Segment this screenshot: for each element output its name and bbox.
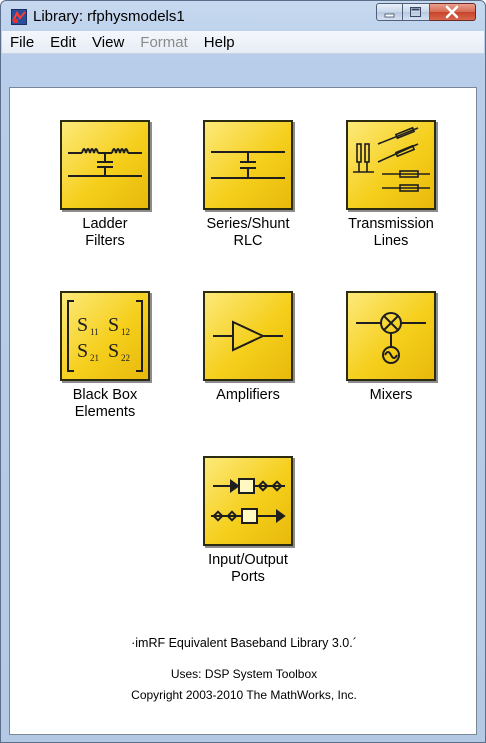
window-title: Library: rfphysmodels1 [33,8,185,25]
ladder-filters-label-line2: Filters [85,233,125,249]
minimize-button[interactable] [376,3,403,21]
series-shunt-rlc-icon [211,151,285,179]
close-icon [445,5,459,19]
matrix-s21-letter: S [77,340,88,362]
transmission-lines-label-line2: Lines [373,233,409,249]
series-shunt-rlc-label-line2: RLC [233,233,263,249]
matrix-s22-letter: S [108,340,119,362]
ladder-filters-block[interactable] [60,120,150,210]
black-box-elements-label-line1: Black Box [72,387,138,403]
amplifier-icon [213,320,283,352]
matrix-s11-index: 11 [90,327,99,337]
s-parameters-icon: S 11 S 12 S 21 S 22 [67,300,143,372]
library-name-text: ·imRF Equivalent Baseband Library 3.0.´ [131,636,357,650]
title-bar[interactable]: Library: rfphysmodels1 [1,1,485,31]
black-box-elements-label: Black Box Elements [40,387,170,421]
transmission-lines-label: Transmission Lines [326,216,456,250]
transmission-lines-icon [353,126,430,192]
amplifiers-label-line1: Amplifiers [216,387,280,403]
black-box-elements-block[interactable]: S 11 S 12 S 21 S 22 [60,291,150,381]
black-box-elements-label-line2: Elements [74,404,136,420]
ladder-filters-label-line1: Ladder [82,216,128,232]
minimize-icon [384,13,395,18]
input-output-ports-label-line2: Ports [231,569,265,585]
matrix-s12-index: 12 [121,327,130,337]
input-output-ports-label: Input/Output Ports [183,552,313,586]
series-shunt-rlc-block[interactable] [203,120,293,210]
matrix-s12-letter: S [108,314,119,336]
menu-help[interactable]: Help [196,34,243,51]
input-output-ports-label-line1: Input/Output [208,552,288,568]
input-output-ports-block[interactable] [203,456,293,546]
simulink-app-icon [11,9,27,25]
transmission-lines-block[interactable] [346,120,436,210]
matrix-s22-index: 22 [121,353,130,363]
input-output-ports-icon [211,478,286,524]
menu-view[interactable]: View [84,34,132,51]
matrix-s11-letter: S [77,314,88,336]
mixers-label: Mixers [326,387,456,404]
maximize-icon [410,7,421,17]
amplifiers-label: Amplifiers [183,387,313,404]
uses-text: Uses: DSP System Toolbox [170,667,318,681]
close-button[interactable] [430,3,476,21]
transmission-lines-label-line1: Transmission [348,216,434,232]
window-controls [376,3,476,23]
maximize-button[interactable] [403,3,430,21]
menu-bar: File Edit View Format Help [2,31,484,54]
series-shunt-rlc-label: Series/Shunt RLC [183,216,313,250]
library-canvas: Ladder Filters Series/Shunt RLC Transmis… [9,87,477,735]
menu-file[interactable]: File [2,34,42,51]
mixers-label-line1: Mixers [369,387,413,403]
mixers-block[interactable] [346,291,436,381]
amplifiers-block[interactable] [203,291,293,381]
menu-format: Format [140,33,188,51]
mixer-icon [356,312,426,364]
ladder-filter-icon [68,148,142,177]
copyright-text: Copyright 2003-2010 The MathWorks, Inc. [131,688,357,702]
library-window: Library: rfphysmodels1 File Edit View Fo… [0,0,486,743]
menu-edit[interactable]: Edit [42,34,84,51]
series-shunt-rlc-label-line1: Series/Shunt [206,216,290,232]
matrix-s21-index: 21 [90,353,99,363]
ladder-filters-label: Ladder Filters [40,216,170,250]
